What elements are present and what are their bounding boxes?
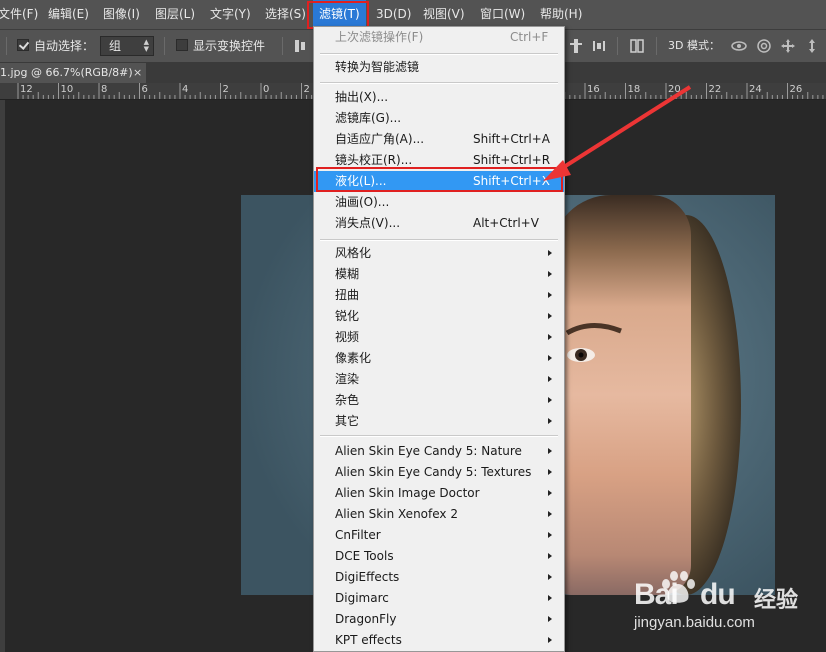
watermark-url: jingyan.baidu.com bbox=[634, 614, 755, 631]
watermark-brand-cn: 经验 bbox=[754, 588, 799, 613]
baidu-watermark: Bai du 经验 jingyan.baidu.com bbox=[618, 570, 818, 650]
annotation-arrow bbox=[543, 85, 692, 181]
watermark-brand-left: Bai bbox=[634, 578, 679, 611]
watermark-brand-right: du bbox=[700, 578, 736, 611]
